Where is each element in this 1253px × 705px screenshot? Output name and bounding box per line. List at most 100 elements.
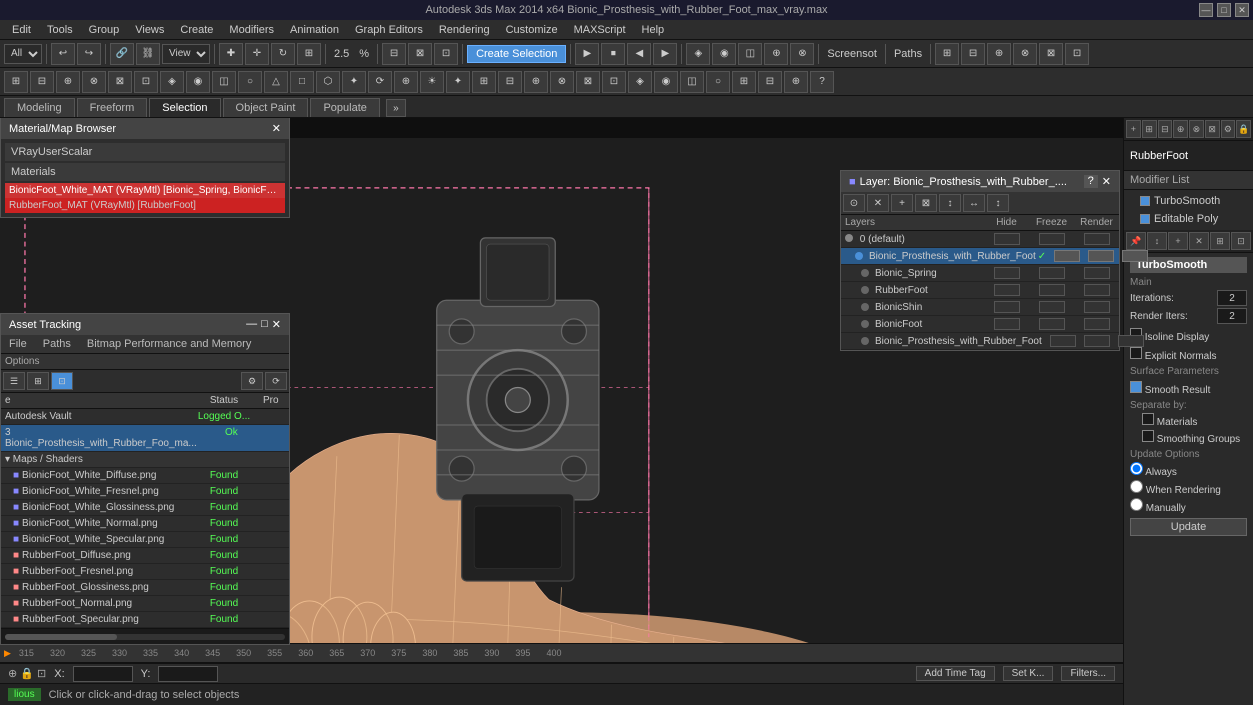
tb2-btn27[interactable]: ◫ [680, 71, 704, 93]
rotate-button[interactable]: ↻ [271, 43, 295, 65]
lp-help-icon[interactable]: ? [1084, 175, 1098, 188]
tb2-btn12[interactable]: □ [290, 71, 314, 93]
misc1-button[interactable]: ⊞ [935, 43, 959, 65]
tab-freeform[interactable]: Freeform [77, 98, 148, 117]
x-input[interactable] [73, 666, 133, 682]
mat-item-1[interactable]: BionicFoot_White_MAT (VRayMtl) [Bionic_S… [5, 183, 285, 198]
ts-when-rendering-radio[interactable] [1130, 480, 1143, 493]
create-selection-button[interactable]: Create Selection [467, 45, 566, 63]
at-file-2[interactable]: ■BionicFoot_White_Glossiness.png Found [1, 500, 289, 516]
menu-rendering[interactable]: Rendering [431, 22, 498, 38]
lp-close-icon[interactable]: ✕ [1102, 175, 1111, 188]
ts-smooth-result-check[interactable] [1130, 381, 1142, 393]
align2-button[interactable]: ⊡ [434, 43, 458, 65]
lp-row-0[interactable]: 0 (default) [841, 231, 1119, 248]
tab-object-paint[interactable]: Object Paint [223, 98, 309, 117]
menu-views[interactable]: Views [127, 22, 172, 38]
set-key-button[interactable]: Set K... [1003, 666, 1054, 681]
tb2-btn23[interactable]: ⊠ [576, 71, 600, 93]
at-tb-detail[interactable]: ⊞ [27, 372, 49, 390]
tb2-btn32[interactable]: ? [810, 71, 834, 93]
at-menu-paths[interactable]: Paths [35, 335, 79, 353]
tb2-btn15[interactable]: ⟳ [368, 71, 392, 93]
tb2-btn10[interactable]: ○ [238, 71, 262, 93]
link-button[interactable]: 🔗 [110, 43, 134, 65]
menu-graph-editors[interactable]: Graph Editors [347, 22, 431, 38]
tb2-btn3[interactable]: ⊕ [56, 71, 80, 93]
menu-create[interactable]: Create [172, 22, 221, 38]
mat-item-2[interactable]: RubberFoot_MAT (VRayMtl) [RubberFoot] [5, 198, 285, 213]
tb2-btn14[interactable]: ✦ [342, 71, 366, 93]
rp-icon-hierarchy[interactable]: ⊟ [1158, 120, 1173, 138]
lp-btn-add[interactable]: + [891, 194, 913, 212]
menu-modifiers[interactable]: Modifiers [221, 22, 282, 38]
render5-button[interactable]: ⊗ [790, 43, 814, 65]
tb2-btn6[interactable]: ⊡ [134, 71, 158, 93]
mod-icon-delete[interactable]: ✕ [1189, 232, 1209, 250]
lp-btn-move2[interactable]: ↔ [963, 194, 985, 212]
next-button[interactable]: ▶ [653, 43, 677, 65]
tb2-btn18[interactable]: ✦ [446, 71, 470, 93]
render4-button[interactable]: ⊕ [764, 43, 788, 65]
lp-btn-move3[interactable]: ↕ [987, 194, 1009, 212]
at-file-0[interactable]: ■BionicFoot_White_Diffuse.png Found [1, 468, 289, 484]
close-button[interactable]: ✕ [1235, 3, 1249, 17]
ts-update-button[interactable]: Update [1130, 518, 1247, 536]
lp-row-rubberfoot[interactable]: RubberFoot [841, 282, 1119, 299]
lp-row-bionicfoot[interactable]: BionicFoot [841, 316, 1119, 333]
tb2-btn30[interactable]: ⊟ [758, 71, 782, 93]
at-file-9[interactable]: ■RubberFoot_Specular.png Found [1, 612, 289, 628]
tb2-btn20[interactable]: ⊟ [498, 71, 522, 93]
tb2-btn4[interactable]: ⊗ [82, 71, 106, 93]
mod-icon-paste[interactable]: ⊡ [1231, 232, 1251, 250]
at-tb-list[interactable]: ☰ [3, 372, 25, 390]
at-win-controls[interactable]: — □ ✕ [246, 318, 281, 331]
lp-btn-scope[interactable]: ⊙ [843, 194, 865, 212]
undo-dropdown[interactable]: All [4, 44, 42, 64]
lp-row-bionicshin[interactable]: BionicShin [841, 299, 1119, 316]
at-menu-bitmap[interactable]: Bitmap Performance and Memory [79, 335, 259, 353]
menu-maxscript[interactable]: MAXScript [566, 22, 634, 38]
tab-modeling[interactable]: Modeling [4, 98, 75, 117]
tb2-btn7[interactable]: ◈ [160, 71, 184, 93]
rp-icon-lock[interactable]: 🔒 [1236, 120, 1251, 138]
at-file-6[interactable]: ■RubberFoot_Fresnel.png Found [1, 564, 289, 580]
timeline[interactable]: ▶ 315 320 325 330 335 340 345 350 355 36… [0, 643, 1123, 663]
prev-button[interactable]: ◀ [627, 43, 651, 65]
tb2-btn17[interactable]: ☀ [420, 71, 444, 93]
lp-win-controls[interactable]: ? ✕ [1084, 175, 1111, 188]
at-menu-file[interactable]: File [1, 335, 35, 353]
lp-btn-move1[interactable]: ↕ [939, 194, 961, 212]
tb2-btn2[interactable]: ⊟ [30, 71, 54, 93]
menu-customize[interactable]: Customize [498, 22, 566, 38]
at-close-icon[interactable]: ✕ [272, 318, 281, 331]
at-file-3[interactable]: ■BionicFoot_White_Normal.png Found [1, 516, 289, 532]
mod-icon-copy[interactable]: ⊞ [1210, 232, 1230, 250]
ts-manually-radio[interactable] [1130, 498, 1143, 511]
misc3-button[interactable]: ⊕ [987, 43, 1011, 65]
rp-icon-modify[interactable]: ⊞ [1142, 120, 1157, 138]
tab-selection[interactable]: Selection [149, 98, 220, 117]
lp-row-bionic-prosthesis[interactable]: Bionic_Prosthesis_with_Rubber_Foot [841, 333, 1119, 350]
tb2-btn21[interactable]: ⊕ [524, 71, 548, 93]
ts-always-radio[interactable] [1130, 462, 1143, 475]
y-input[interactable] [158, 666, 218, 682]
move-button[interactable]: ✛ [245, 43, 269, 65]
tb2-btn9[interactable]: ◫ [212, 71, 236, 93]
tb2-btn25[interactable]: ◈ [628, 71, 652, 93]
render-button[interactable]: ◈ [686, 43, 710, 65]
menu-group[interactable]: Group [81, 22, 128, 38]
at-file-5[interactable]: ■RubberFoot_Diffuse.png Found [1, 548, 289, 564]
lp-row-1[interactable]: Bionic_Prosthesis_with_Rubber_Foot ✓ [841, 248, 1119, 265]
misc5-button[interactable]: ⊠ [1039, 43, 1063, 65]
at-vault-row[interactable]: Autodesk Vault Logged O... [1, 409, 289, 425]
modifier-turbosmoooth[interactable]: TurboSmooth [1124, 192, 1253, 210]
rp-icon-utilities[interactable]: ⊠ [1205, 120, 1220, 138]
lp-btn-delete[interactable]: ✕ [867, 194, 889, 212]
tb2-btn1[interactable]: ⊞ [4, 71, 28, 93]
minimize-button[interactable]: — [1199, 3, 1213, 17]
misc2-button[interactable]: ⊟ [961, 43, 985, 65]
menu-help[interactable]: Help [634, 22, 673, 38]
misc6-button[interactable]: ⊡ [1065, 43, 1089, 65]
filters-button[interactable]: Filters... [1061, 666, 1115, 681]
